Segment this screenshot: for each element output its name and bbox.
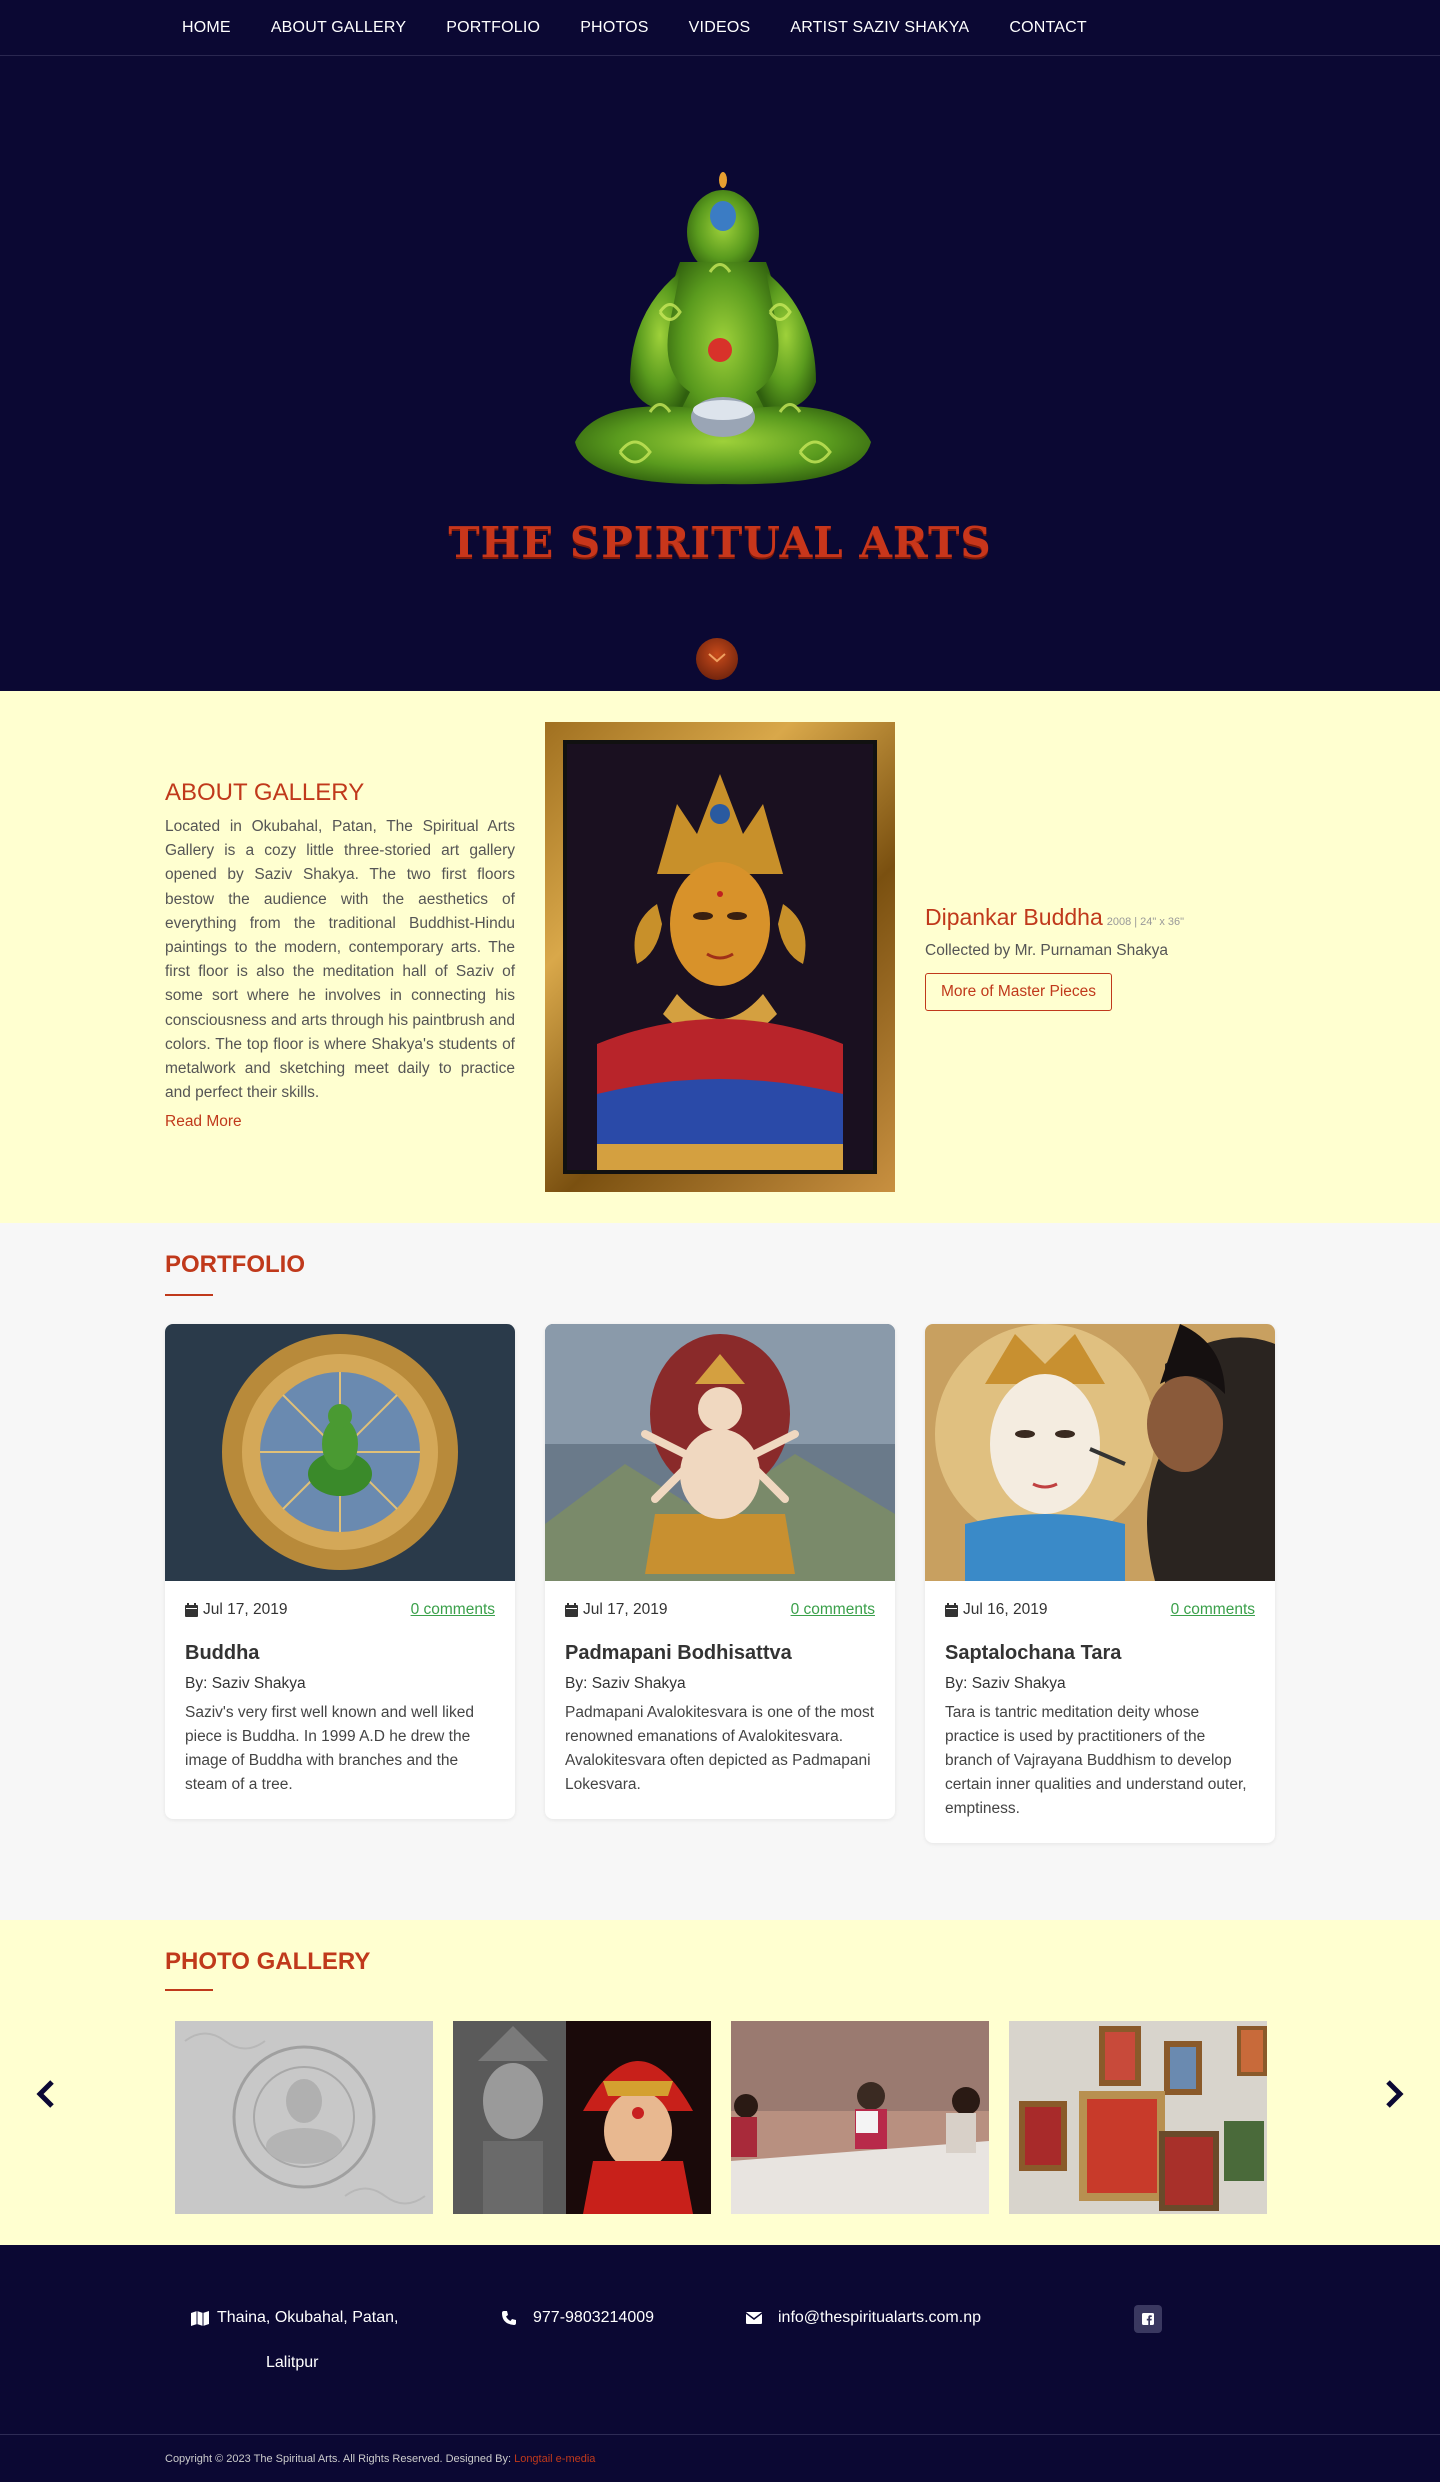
nav-videos[interactable]: VIDEOS: [669, 19, 771, 37]
featured-piece-meta: 2008 | 24" x 36": [1106, 916, 1185, 928]
gallery-photo[interactable]: [731, 2021, 989, 2214]
photo-gallery-section: PHOTO GALLERY: [0, 1920, 1440, 2245]
kumari-portrait-photo: [453, 2021, 711, 2214]
comments-link[interactable]: 0 comments: [411, 1601, 495, 1619]
envelope-icon: [746, 2312, 762, 2324]
facebook-icon: [1142, 2313, 1154, 2325]
nav-portfolio[interactable]: PORTFOLIO: [426, 19, 560, 37]
card-title: Buddha: [185, 1642, 260, 1664]
gallery-photo[interactable]: [175, 2021, 433, 2214]
nav-menu: HOME ABOUT GALLERY PORTFOLIO PHOTOS VIDE…: [162, 0, 1107, 56]
read-more-link[interactable]: Read More: [165, 1113, 242, 1131]
footer-phone: 977-9803214009: [501, 2309, 654, 2327]
padmapani-painting-thumbnail: [545, 1324, 895, 1581]
chevron-right-icon: [1386, 2080, 1404, 2108]
card-author: By: Saziv Shakya: [565, 1675, 686, 1692]
phone-icon: [502, 2311, 516, 2325]
post-date: Jul 17, 2019: [565, 1601, 667, 1619]
card-title: Saptalochana Tara: [945, 1642, 1122, 1664]
chevron-left-icon: [36, 2080, 54, 2108]
copyright-text: Copyright © 2023 The Spiritual Arts. All…: [165, 2453, 596, 2465]
map-icon: [191, 2310, 209, 2326]
dipankar-buddha-painting: [567, 744, 873, 1170]
about-title: ABOUT GALLERY: [165, 779, 365, 806]
calendar-icon: [185, 1603, 198, 1617]
post-date: Jul 17, 2019: [185, 1601, 287, 1619]
more-master-pieces-button[interactable]: More of Master Pieces: [925, 973, 1112, 1011]
nav-artist[interactable]: ARTIST SAZIV SHAKYA: [770, 19, 989, 37]
gallery-title: PHOTO GALLERY: [165, 1948, 371, 1975]
gallery-photo[interactable]: [1009, 2021, 1267, 2214]
gallery-photo[interactable]: [453, 2021, 711, 2214]
students-classroom-photo: [731, 2021, 989, 2214]
gallery-underline: [165, 1989, 213, 1991]
portfolio-title: PORTFOLIO: [165, 1251, 305, 1278]
facebook-button[interactable]: [1134, 2305, 1162, 2333]
saptalochana-tara-thumbnail: [925, 1324, 1275, 1581]
scroll-down-button[interactable]: [696, 638, 738, 680]
top-navigation: HOME ABOUT GALLERY PORTFOLIO PHOTOS VIDE…: [0, 0, 1440, 56]
featured-painting-frame: [545, 722, 895, 1192]
about-gallery-section: ABOUT GALLERY Located in Okubahal, Patan…: [0, 691, 1440, 1223]
calendar-icon: [565, 1603, 578, 1617]
footer-address-line2: Lalitpur: [266, 2354, 319, 2371]
card-title: Padmapani Bodhisattva: [565, 1642, 792, 1664]
site-footer: Thaina, Okubahal, Patan, Lalitpur 977-98…: [0, 2245, 1440, 2482]
nav-home[interactable]: HOME: [162, 19, 251, 37]
featured-piece-collector: Collected by Mr. Purnaman Shakya: [925, 942, 1168, 959]
featured-piece-title: Dipankar Buddha 2008 | 24" x 36": [925, 904, 1185, 930]
card-description: Tara is tantric meditation deity whose p…: [945, 1704, 1247, 1817]
chevron-down-icon: [708, 653, 726, 663]
pencil-sketch-deity-photo: [175, 2021, 433, 2214]
comments-link[interactable]: 0 comments: [1171, 1601, 1255, 1619]
footer-email[interactable]: info@thespiritualarts.com.np: [746, 2309, 981, 2327]
portfolio-card[interactable]: Jul 17, 2019 0 comments Padmapani Bodhis…: [545, 1324, 895, 1819]
nav-contact[interactable]: CONTACT: [989, 19, 1107, 37]
site-logo-text: THE SPIRITUAL ARTS: [448, 518, 992, 567]
portfolio-card[interactable]: Jul 17, 2019 0 comments Buddha By: Saziv…: [165, 1324, 515, 1819]
nav-about-gallery[interactable]: ABOUT GALLERY: [251, 19, 426, 37]
card-description: Saziv's very first well known and well l…: [185, 1704, 474, 1793]
card-author: By: Saziv Shakya: [185, 1675, 306, 1692]
designer-link[interactable]: Longtail e-media: [514, 2453, 595, 2465]
portfolio-card[interactable]: Jul 16, 2019 0 comments Saptalochana Tar…: [925, 1324, 1275, 1843]
buddha-painting-thumbnail: [165, 1324, 515, 1581]
comments-link[interactable]: 0 comments: [791, 1601, 875, 1619]
portfolio-underline: [165, 1294, 213, 1296]
footer-address: Thaina, Okubahal, Patan,: [191, 2309, 398, 2327]
nav-photos[interactable]: PHOTOS: [560, 19, 668, 37]
post-date: Jul 16, 2019: [945, 1601, 1047, 1619]
calendar-icon: [945, 1603, 958, 1617]
card-description: Padmapani Avalokitesvara is one of the m…: [565, 1704, 875, 1793]
gallery-next-button[interactable]: [1382, 2078, 1406, 2110]
hero-banner: THE SPIRITUAL ARTS: [0, 56, 1440, 691]
about-description: Located in Okubahal, Patan, The Spiritua…: [165, 818, 515, 1102]
card-author: By: Saziv Shakya: [945, 1675, 1066, 1692]
portfolio-section: PORTFOLIO Jul 17, 2019 0 comments Buddha…: [0, 1223, 1440, 1920]
gallery-prev-button[interactable]: [34, 2078, 58, 2110]
meditating-buddha-logo-icon: [575, 172, 871, 485]
gallery-interior-photo: [1009, 2021, 1267, 2214]
footer-divider: [0, 2434, 1440, 2435]
